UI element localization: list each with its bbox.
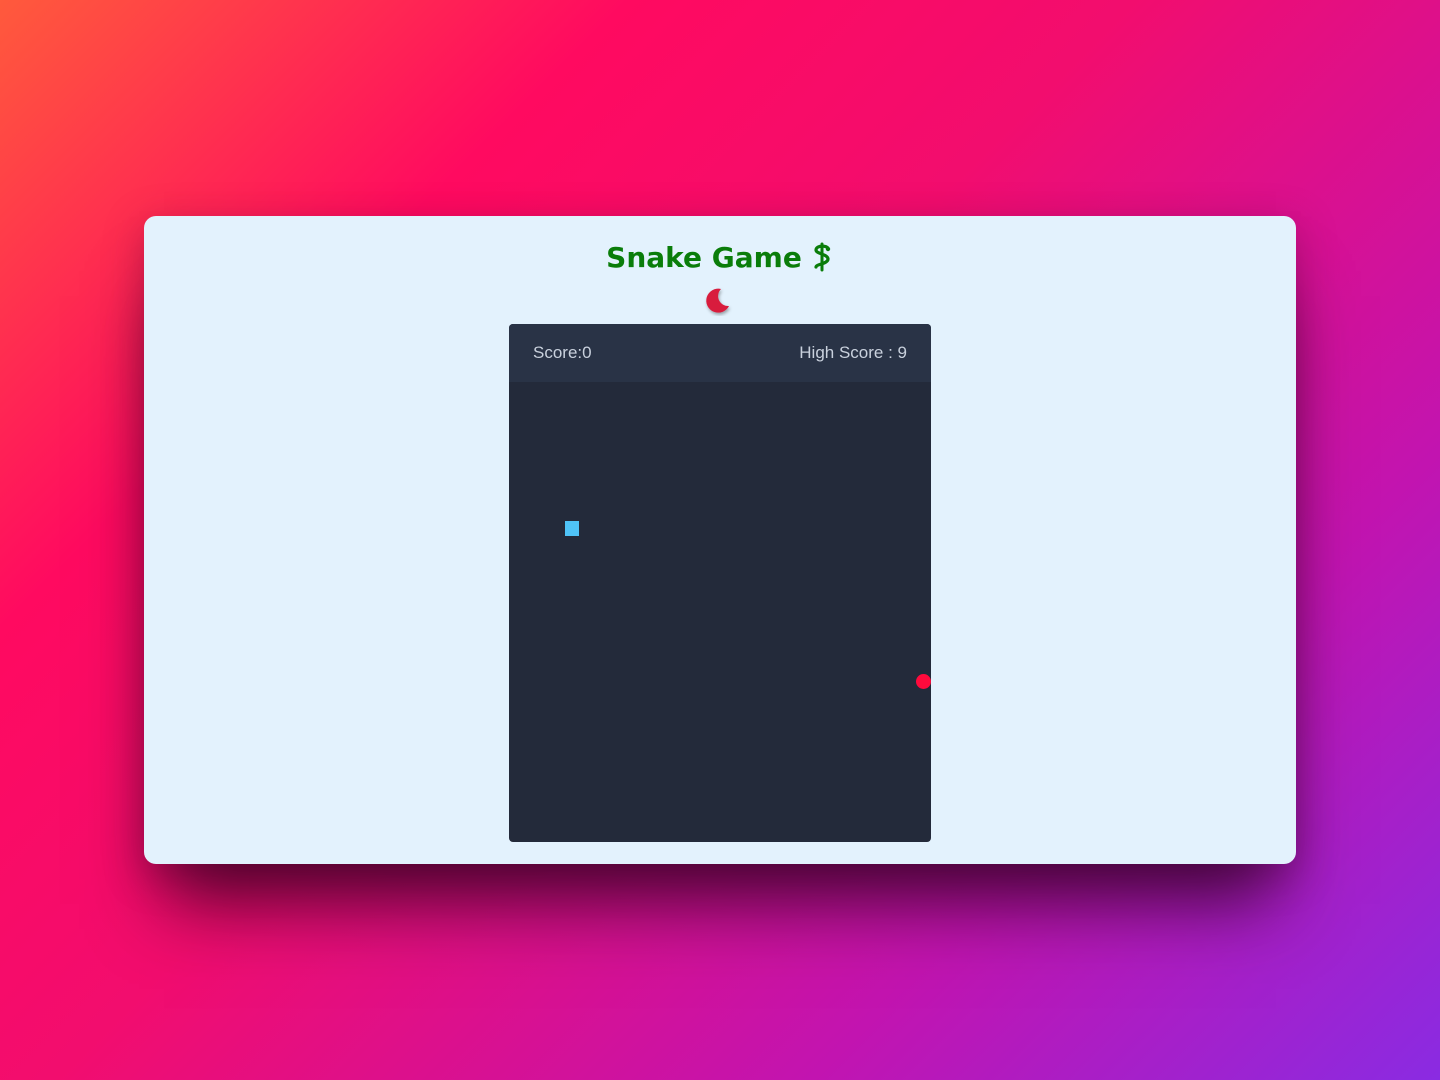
- play-area[interactable]: [509, 382, 931, 842]
- page-title-text: Snake Game: [606, 241, 802, 274]
- high-score-label: High Score : 9: [799, 343, 907, 362]
- game-board: Score:0 High Score : 9: [509, 324, 931, 842]
- snake-icon: [810, 242, 834, 281]
- moon-icon: [706, 288, 729, 313]
- theme-toggle-button[interactable]: [702, 284, 734, 316]
- food-item: [916, 674, 931, 689]
- game-card: Snake Game Score:0 High Score : 9: [144, 216, 1296, 864]
- snake-head: [565, 521, 579, 536]
- score-label: Score:0: [533, 343, 592, 362]
- page-title: Snake Game: [144, 240, 1296, 281]
- score-bar: Score:0 High Score : 9: [509, 324, 931, 382]
